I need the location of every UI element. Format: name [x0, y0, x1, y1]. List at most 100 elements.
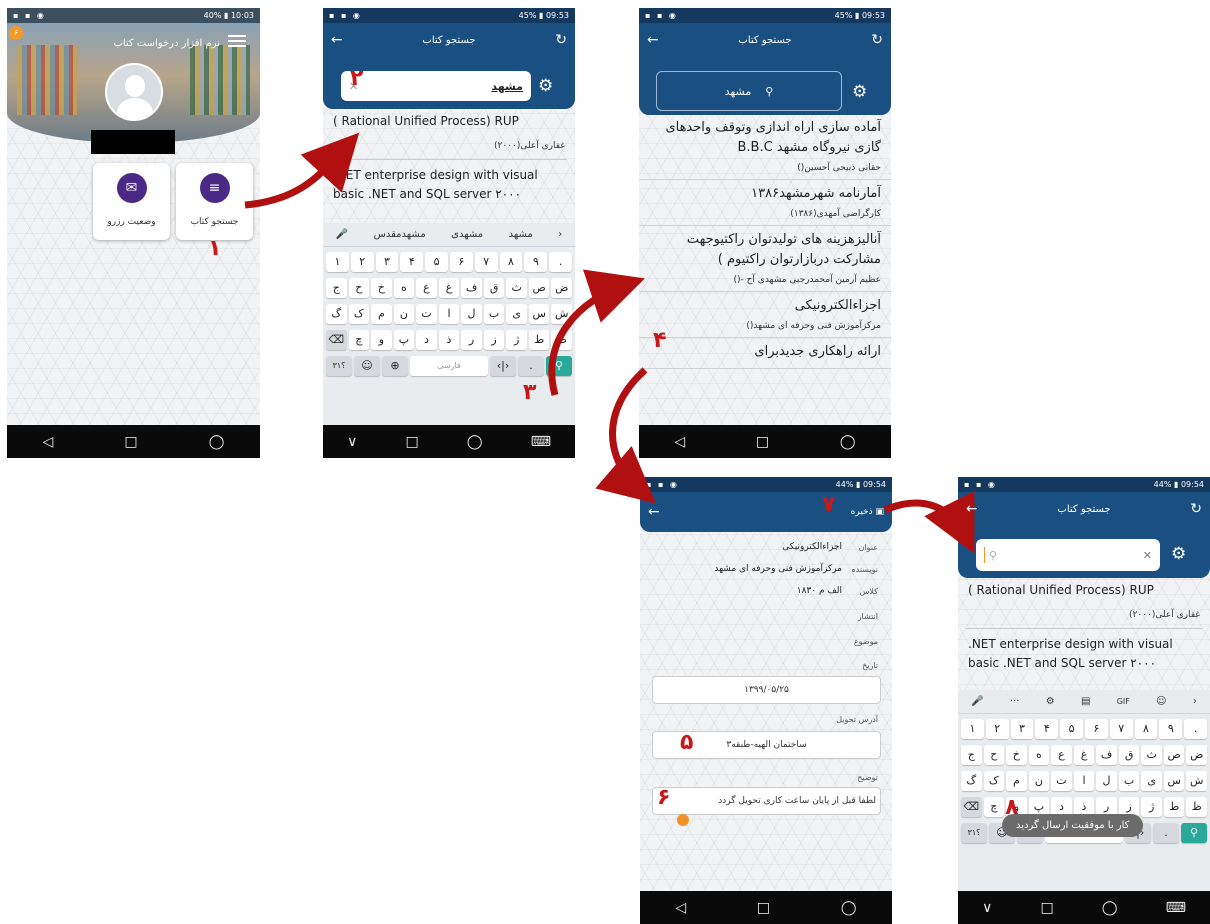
search-input[interactable]: مشهد ✕ — [341, 71, 531, 101]
refresh-icon[interactable]: ↻ — [871, 32, 883, 48]
sticker-icon[interactable]: ☺ — [1156, 696, 1166, 707]
home-icon[interactable]: □ — [405, 434, 418, 450]
back-icon[interactable]: ◁ — [43, 434, 54, 450]
save-button[interactable]: ذخیره ▣ — [851, 507, 884, 517]
envelope-icon: ✉ — [116, 173, 147, 203]
keyboard-row-bottom: ؟۳۱ ☺ ⊕ فارسی ‹|› . ⚲ — [323, 356, 575, 376]
text-cursor-handle[interactable] — [677, 814, 689, 826]
keyboard-row-digits: ۱۲۳۴۵۶۷۸۹. — [958, 719, 1210, 739]
result-title[interactable]: .NET enterprise design with visual basic… — [958, 635, 1210, 673]
header: ← جستجو کتاب ↻ — [958, 492, 1210, 526]
back-icon[interactable]: ◁ — [675, 900, 686, 916]
keyboard-toolbar: 🎤 ··· ⚙ ▤ GIF ☺ › — [958, 690, 1210, 714]
search-key[interactable]: ⚲ — [1181, 823, 1207, 843]
search-key[interactable]: ⚲ — [546, 356, 572, 376]
gear-icon[interactable]: ⚙ — [852, 82, 867, 102]
search-book-button[interactable]: ≡ جستجو کتاب — [176, 163, 253, 240]
search-input[interactable]: ⚲ ✕ — [976, 539, 1160, 571]
nav-bar: ∨ □ ◯ ⌨ — [323, 425, 575, 458]
nav-bar: ◁ □ ◯ — [640, 891, 892, 924]
cursor-key[interactable]: ‹|› — [490, 356, 516, 376]
recent-icon[interactable]: ◯ — [840, 434, 856, 450]
chevron-right-icon[interactable]: › — [558, 229, 562, 240]
phone-request-form: ▪ ▪ ◉ 44% ▮ 09:54 ← ذخیره ▣ عنوان اجزاءال… — [640, 477, 892, 924]
step-marker-1: ۱ — [208, 236, 222, 261]
keyboard-row-2: شسیبلاتنمکگ — [323, 304, 575, 324]
gear-icon[interactable]: ⚙ — [538, 76, 553, 96]
home-icon[interactable]: □ — [756, 434, 769, 450]
date-field[interactable]: ۱۳۹۹/۰۵/۲۵ — [652, 676, 881, 704]
recent-icon[interactable]: ◯ — [1102, 900, 1118, 916]
search-input[interactable]: مشهد ⚲ — [656, 71, 842, 111]
results-list: ( Rational Unified Process) RUP غفاری آع… — [958, 581, 1210, 673]
step-marker-4: ۴ — [653, 328, 667, 353]
recent-icon[interactable]: ◯ — [467, 434, 483, 450]
status-bar: ▪ ▪ ◉ 45% ▮ 09:53 — [323, 8, 575, 23]
note-field[interactable]: لطفا قبل از پایان ساعت کاری تحویل گردد — [652, 787, 881, 815]
backspace-key[interactable]: ⌫ — [960, 797, 982, 817]
header: ← جستجو کتاب ↻ — [323, 23, 575, 57]
results-list: ( Rational Unified Process) RUP غفاری آع… — [323, 112, 575, 204]
emoji-key[interactable]: ☺ — [354, 356, 380, 376]
avatar — [105, 63, 163, 121]
result-author: غفاری آعلی(۲۰۰۰) — [494, 141, 565, 151]
clear-icon[interactable]: ✕ — [1143, 549, 1152, 562]
more-icon[interactable]: ··· — [1010, 696, 1020, 707]
back-arrow-icon[interactable]: ← — [966, 501, 978, 517]
keyboard-row-2: شسیبلاتنمکگ — [958, 771, 1210, 791]
keyboard-row-1: ضصثقفغعهخحج — [323, 278, 575, 298]
refresh-icon[interactable]: ↻ — [1190, 501, 1202, 517]
mic-icon[interactable]: 🎤 — [971, 696, 983, 707]
recent-icon[interactable]: ◯ — [841, 900, 857, 916]
status-bar: ▪ ▪ ◉ 44% ▮ 09:54 — [640, 477, 892, 492]
reserve-status-button[interactable]: ✉ وضعیت رزرو — [93, 163, 170, 240]
app-title: نرم افزار درخواست کتاب — [113, 38, 220, 49]
suggestion-bar: 🎤 مشهدمقدس مشهدی مشهد › — [323, 223, 575, 247]
refresh-icon[interactable]: ↻ — [555, 32, 567, 48]
chevron-right-icon[interactable]: › — [1193, 696, 1197, 707]
back-arrow-icon[interactable]: ← — [331, 32, 343, 48]
settings-icon[interactable]: ⚙ — [1046, 696, 1055, 707]
back-arrow-icon[interactable]: ← — [647, 32, 659, 48]
dot-key[interactable]: . — [1153, 823, 1179, 843]
result-title[interactable]: ( Rational Unified Process) RUP — [958, 581, 1210, 600]
phone-home: ▪ ▪ ◉ 40% ▮ 10:03 ۶ نرم افزار درخواست کت… — [7, 8, 260, 458]
keyboard-hide-icon[interactable]: ∨ — [982, 900, 992, 916]
search-icon: ⚲ — [989, 548, 998, 562]
results-list: آماده سازی اراه اندازی وتوقف واحدهای گاز… — [639, 114, 891, 369]
list-item[interactable]: ارائه راهکاری جدیدبرای — [639, 338, 891, 369]
menu-icon[interactable] — [228, 35, 246, 47]
home-icon[interactable]: □ — [1040, 900, 1053, 916]
list-item[interactable]: آماده سازی اراه اندازی وتوقف واحدهای گاز… — [639, 114, 891, 180]
result-title[interactable]: ( Rational Unified Process) RUP — [323, 112, 575, 131]
status-bar: ▪ ▪ ◉ 40% ▮ 10:03 — [7, 8, 260, 23]
back-icon[interactable]: ◁ — [674, 434, 685, 450]
recent-icon[interactable]: ◯ — [209, 434, 225, 450]
keyboard-icon[interactable]: ⌨ — [531, 434, 551, 450]
dot-key[interactable]: . — [518, 356, 544, 376]
result-author: غفاری آعلی(۲۰۰۰) — [1129, 610, 1200, 620]
back-arrow-icon[interactable]: ← — [648, 504, 660, 520]
keyboard-row-1: ضصثقفغعهخحج — [958, 745, 1210, 765]
result-title[interactable]: .NET enterprise design with visual basic… — [323, 166, 575, 204]
backspace-key[interactable]: ⌫ — [325, 330, 347, 350]
list-item[interactable]: آمارنامه شهرمشهد۱۳۸۶ کارگراضی آمهدی(۱۳۸۶) — [639, 180, 891, 226]
keyboard-hide-icon[interactable]: ∨ — [347, 434, 357, 450]
header: ← جستجو کتاب ↻ — [639, 23, 891, 57]
books-icon: ≡ — [199, 173, 230, 203]
globe-icon[interactable]: ⊕ — [382, 356, 408, 376]
notification-badge: ۶ — [9, 26, 23, 40]
phone-search-toast: ▪ ▪ ◉ 44% ▮ 09:54 ← جستجو کتاب ↻ ⚲ ✕ ⚙ ( … — [958, 477, 1210, 924]
list-item[interactable]: آنالیزهزینه های تولیدتوان راکتیوجهت مشار… — [639, 226, 891, 292]
keyboard-icon[interactable]: ⌨ — [1166, 900, 1186, 916]
username-redacted — [91, 130, 175, 154]
nav-bar: ◁ □ ◯ — [639, 425, 891, 458]
mic-icon[interactable]: 🎤 — [336, 229, 348, 240]
gear-icon[interactable]: ⚙ — [1171, 544, 1186, 564]
home-icon[interactable]: □ — [124, 434, 137, 450]
nav-bar: ◁ □ ◯ — [7, 425, 260, 458]
clipboard-icon[interactable]: ▤ — [1081, 696, 1090, 707]
home-icon[interactable]: □ — [757, 900, 770, 916]
list-item[interactable]: اجزاءالکترونیکی مرکزآموزش فنی وحرفه ای مش… — [639, 292, 891, 338]
success-toast: کار با موفقیت ارسال گردید — [1002, 814, 1144, 837]
